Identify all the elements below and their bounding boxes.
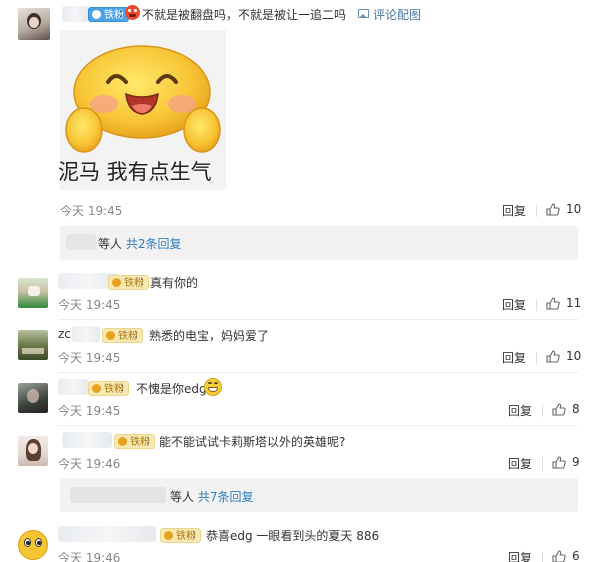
divider — [536, 299, 537, 311]
replies-count-link[interactable]: 共7条回复 — [198, 490, 254, 504]
angry-emoji-icon — [125, 5, 140, 20]
like-button[interactable]: 10 — [546, 202, 581, 216]
grin-emoji-icon — [204, 378, 222, 396]
reply-button[interactable]: 回复 — [508, 549, 532, 562]
username-blurred[interactable] — [62, 6, 88, 22]
reply-button[interactable]: 回复 — [502, 349, 526, 366]
replies-summary-suffix: 等人 — [170, 490, 195, 504]
comment-time: 今天 19:45 — [60, 204, 123, 218]
username-blurred — [66, 234, 96, 250]
comment-image-link[interactable]: 评论配图 — [373, 6, 421, 23]
comment-sticker-image[interactable]: 泥马 我有点生气 — [58, 30, 226, 190]
reply-text: 恭喜edg 一眼看到头的夏天 886 — [206, 529, 380, 543]
like-button[interactable]: 6 — [552, 549, 580, 562]
avatar[interactable] — [18, 278, 48, 308]
replies-summary-suffix: 等人 — [98, 237, 123, 251]
colon: : — [140, 274, 145, 288]
like-button[interactable]: 10 — [546, 349, 581, 363]
divider-line — [58, 425, 578, 426]
reply-button[interactable]: 回复 — [502, 202, 526, 219]
colon: : — [120, 380, 125, 394]
avatar[interactable] — [18, 383, 48, 413]
reply-time: 今天 19:46 — [58, 457, 121, 471]
avatar[interactable] — [18, 8, 50, 40]
reply-text: 真有你的 — [150, 276, 199, 290]
like-button[interactable]: 9 — [552, 455, 580, 469]
reply-time: 今天 19:46 — [58, 551, 121, 562]
replies-summary[interactable]: 等人 共2条回复 — [98, 235, 181, 252]
colon: : — [146, 433, 151, 447]
thumbs-up-icon — [546, 202, 560, 216]
avatar[interactable] — [18, 436, 48, 466]
divider — [542, 552, 543, 562]
reply-button[interactable]: 回复 — [508, 455, 532, 472]
sticker-caption: 泥马 我有点生气 — [58, 160, 212, 184]
divider — [542, 458, 543, 470]
reply-time: 今天 19:45 — [58, 298, 121, 312]
avatar[interactable] — [18, 330, 48, 360]
divider — [542, 405, 543, 417]
username-blurred — [58, 379, 88, 395]
username-blurred — [62, 432, 112, 448]
thumbs-up-icon — [552, 455, 566, 469]
like-count: 10 — [566, 349, 582, 363]
reply-button[interactable]: 回复 — [508, 402, 532, 419]
thumbs-up-icon — [552, 549, 566, 562]
reply-time: 今天 19:45 — [58, 404, 121, 418]
image-icon[interactable] — [358, 9, 369, 18]
divider — [536, 352, 537, 364]
thumbs-up-icon — [552, 402, 566, 416]
reply-text: 能不能试试卡莉斯塔以外的英雄呢? — [159, 435, 346, 449]
colon: : — [134, 327, 139, 341]
username-blurred — [72, 326, 100, 342]
reply-time: 今天 19:45 — [58, 351, 121, 365]
like-count: 6 — [572, 549, 580, 562]
comment-text: 不就是被翻盘吗，不就是被让一追二吗 — [142, 8, 347, 22]
replies-count-link[interactable]: 共2条回复 — [126, 237, 182, 251]
thumbs-up-icon — [546, 349, 560, 363]
reply-username[interactable]: zc — [58, 327, 71, 341]
reply-text: 熟悉的电宝，妈妈爱了 — [149, 329, 270, 343]
username-blurred — [58, 526, 156, 542]
like-count: 9 — [572, 455, 580, 469]
divider-line — [58, 319, 578, 320]
divider — [536, 205, 537, 217]
like-button[interactable]: 11 — [546, 296, 581, 310]
reply-text: 不愧是你edg — [136, 382, 207, 396]
like-count: 10 — [566, 202, 582, 216]
thumbs-up-icon — [546, 296, 560, 310]
replies-summary[interactable]: 等人 共7条回复 — [170, 488, 253, 505]
colon: : — [119, 6, 124, 20]
like-button[interactable]: 8 — [552, 402, 580, 416]
reply-button[interactable]: 回复 — [502, 296, 526, 313]
avatar[interactable] — [18, 530, 48, 560]
username-blurred — [70, 487, 166, 503]
colon: : — [192, 527, 197, 541]
divider-line — [58, 372, 578, 373]
like-count: 8 — [572, 402, 580, 416]
like-count: 11 — [566, 296, 582, 310]
